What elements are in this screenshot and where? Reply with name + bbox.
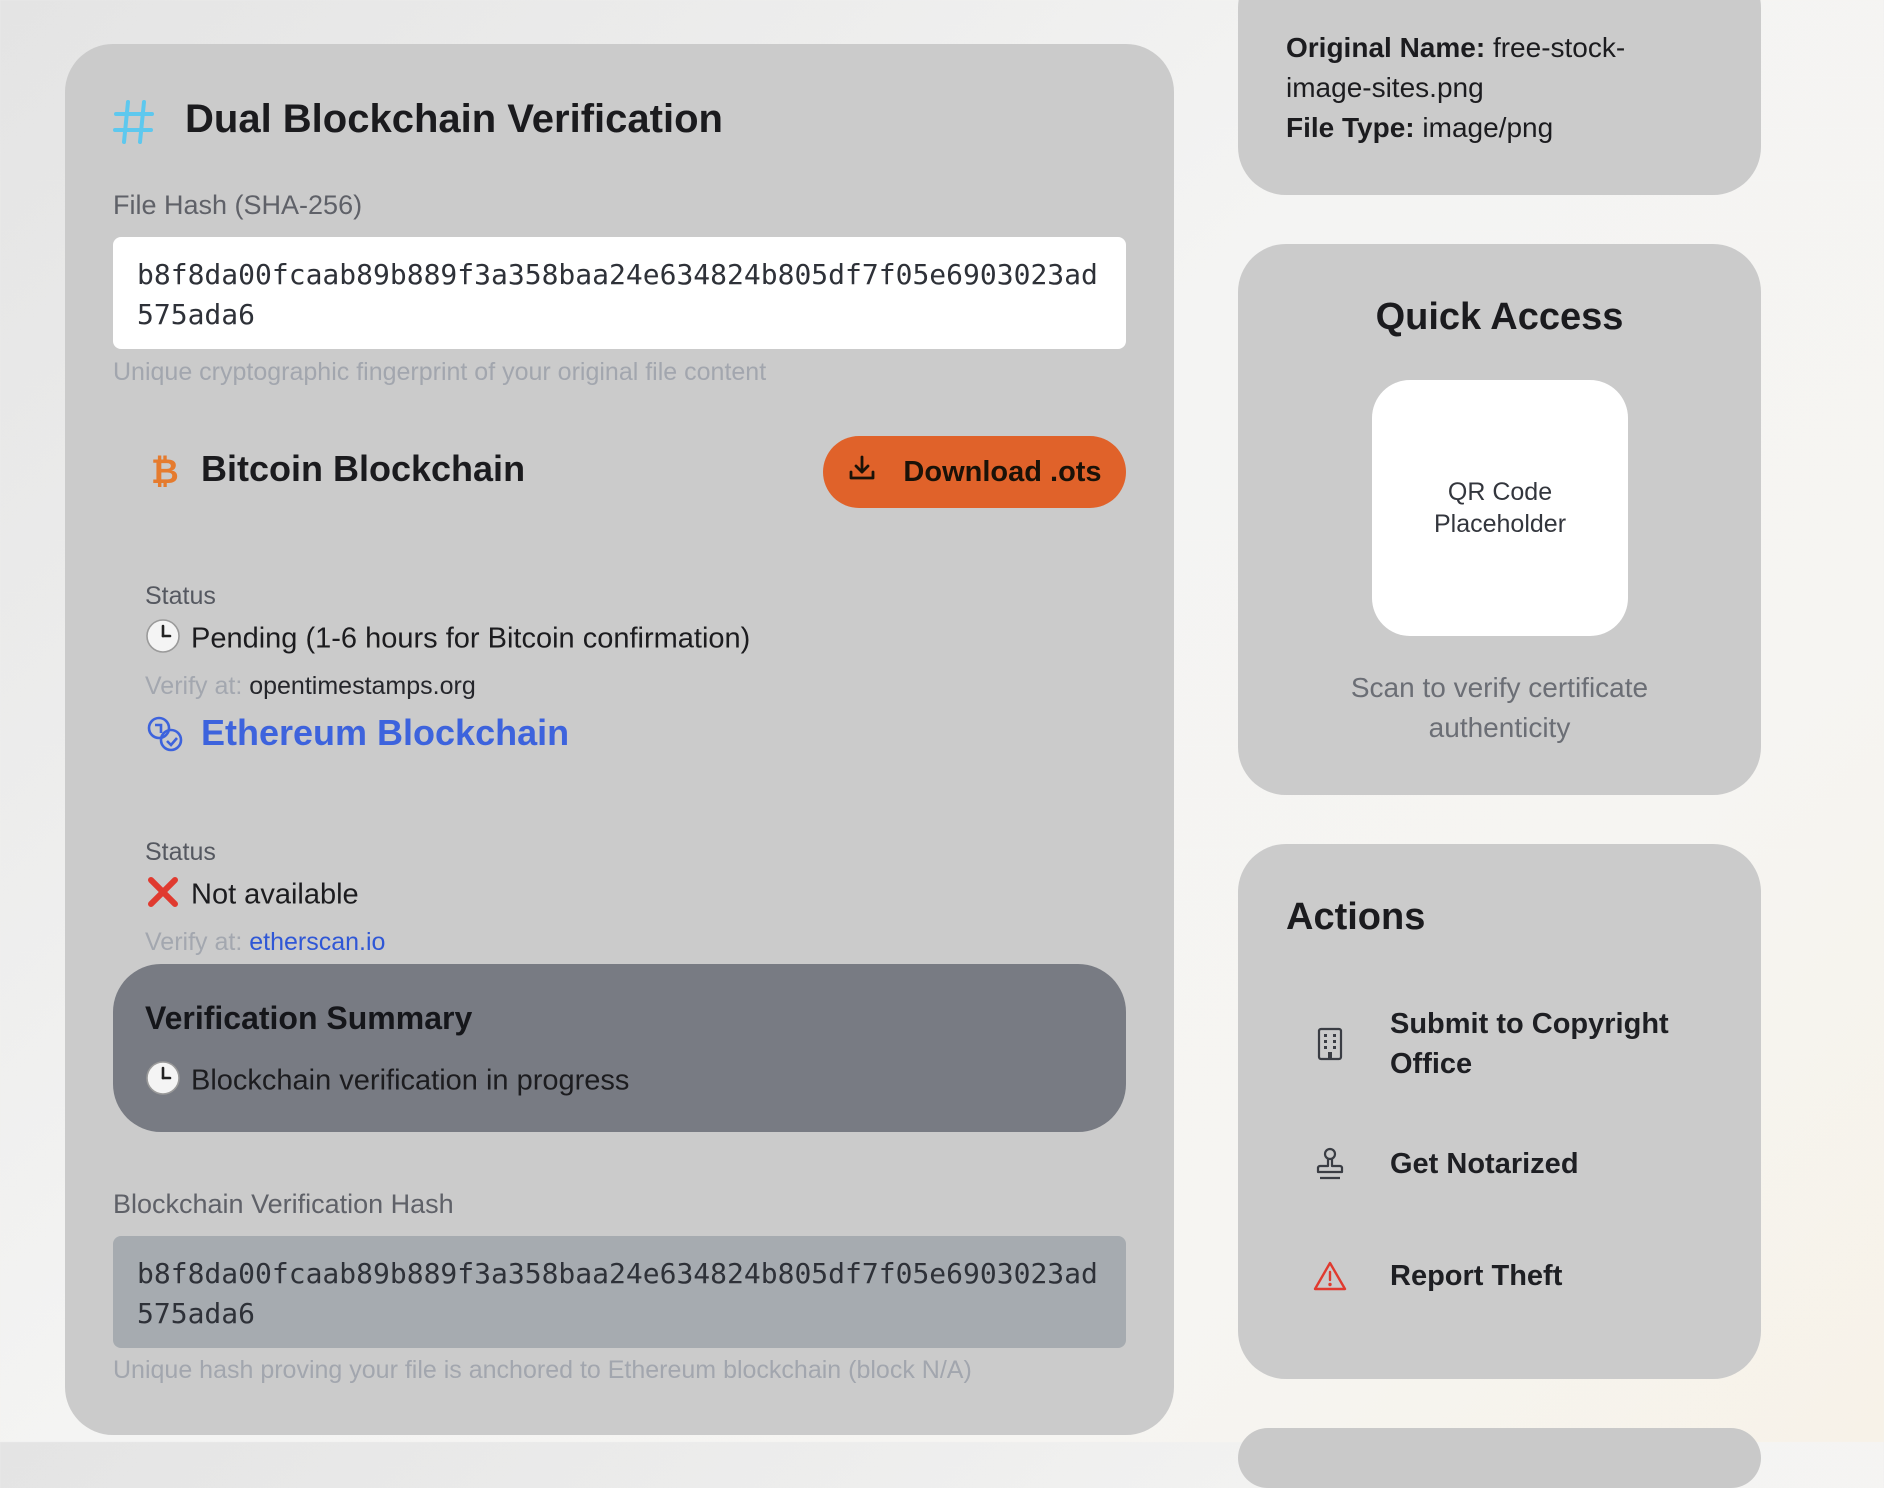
clock-icon (145, 1060, 181, 1104)
bitcoin-verify-prefix: Verify at: (145, 672, 243, 700)
file-hash-label: File Hash (SHA-256) (113, 190, 363, 220)
submit-copyright-button[interactable]: Submit to Copyright Office (1238, 1002, 1761, 1086)
stamp-icon (1310, 1144, 1350, 1184)
blockchain-hash-hint: Unique hash proving your file is anchore… (113, 1356, 972, 1384)
clock-icon (145, 618, 181, 662)
summary-title: Verification Summary (145, 1000, 473, 1036)
get-notarized-label: Get Notarized (1390, 1148, 1579, 1180)
card-title: Dual Blockchain Verification (185, 97, 723, 141)
opentimestamps-link[interactable]: opentimestamps.org (249, 672, 476, 700)
building-icon (1310, 1024, 1350, 1064)
ethereum-verify-line: Verify at: etherscan.io (145, 928, 385, 957)
get-notarized-button[interactable]: Get Notarized (1238, 1134, 1761, 1194)
etherscan-link[interactable]: etherscan.io (249, 928, 385, 956)
actions-title: Actions (1286, 896, 1426, 938)
verification-card: Dual Blockchain Verification File Hash (… (65, 44, 1174, 1435)
file-hash-hint: Unique cryptographic fingerprint of your… (113, 358, 767, 386)
quick-access-title: Quick Access (1375, 296, 1624, 338)
quick-access-caption: Scan to verify certificate authenticity (1350, 672, 1649, 743)
bitcoin-status-label: Status (145, 582, 216, 610)
download-ots-button[interactable]: Download .ots (823, 436, 1126, 508)
hash-icon (113, 96, 155, 148)
ethereum-title: Ethereum Blockchain (201, 712, 570, 753)
quick-access-card: Quick Access QR Code Placeholder Scan to… (1238, 244, 1761, 795)
bitcoin-status: Pending (1-6 hours for Bitcoin confirmat… (145, 618, 750, 662)
qr-placeholder-text: QR Code Placeholder (1433, 478, 1567, 538)
blockchain-hash-value[interactable]: b8f8da00fcaab89b889f3a358baa24e634824b80… (113, 1236, 1126, 1348)
download-icon (847, 453, 877, 491)
ethereum-status-label: Status (145, 838, 216, 866)
bitcoin-icon: ₿ (151, 453, 179, 491)
bitcoin-verify-line: Verify at: opentimestamps.org (145, 672, 476, 701)
qr-code-placeholder[interactable]: QR Code Placeholder (1372, 380, 1628, 636)
bitcoin-title: Bitcoin Blockchain (201, 448, 526, 489)
ethereum-verify-prefix: Verify at: (145, 928, 243, 956)
file-type-value: image/png (1422, 112, 1554, 143)
file-type-label: File Type: (1286, 112, 1415, 143)
cross-icon (145, 874, 181, 918)
report-theft-label: Report Theft (1390, 1260, 1563, 1292)
coins-icon (145, 714, 185, 754)
bitcoin-status-value: Pending (1-6 hours for Bitcoin confirmat… (191, 622, 751, 655)
actions-card: Actions Submit to Copyright Office Get N… (1238, 844, 1761, 1379)
ethereum-status-value: Not available (191, 878, 359, 911)
submit-copyright-label: Submit to Copyright Office (1390, 1008, 1669, 1080)
summary-status: Blockchain verification in progress (145, 1060, 629, 1104)
next-card (1238, 1428, 1761, 1488)
file-type-row: File Type: image/png (1286, 108, 1553, 148)
file-info-card: Original Name: free-stock-image-sites.pn… (1238, 0, 1761, 195)
original-name-label: Original Name: (1286, 32, 1486, 63)
file-hash-value[interactable]: b8f8da00fcaab89b889f3a358baa24e634824b80… (113, 237, 1126, 349)
blockchain-hash-label: Blockchain Verification Hash (113, 1189, 454, 1219)
original-name-row: Original Name: free-stock-image-sites.pn… (1286, 28, 1706, 108)
summary-status-value: Blockchain verification in progress (191, 1064, 630, 1097)
download-ots-label: Download .ots (903, 455, 1102, 488)
ethereum-status: Not available (145, 874, 359, 918)
report-theft-button[interactable]: Report Theft (1238, 1246, 1761, 1306)
warning-icon (1310, 1256, 1350, 1296)
verification-summary: Verification Summary Blockchain verifica… (113, 964, 1126, 1132)
